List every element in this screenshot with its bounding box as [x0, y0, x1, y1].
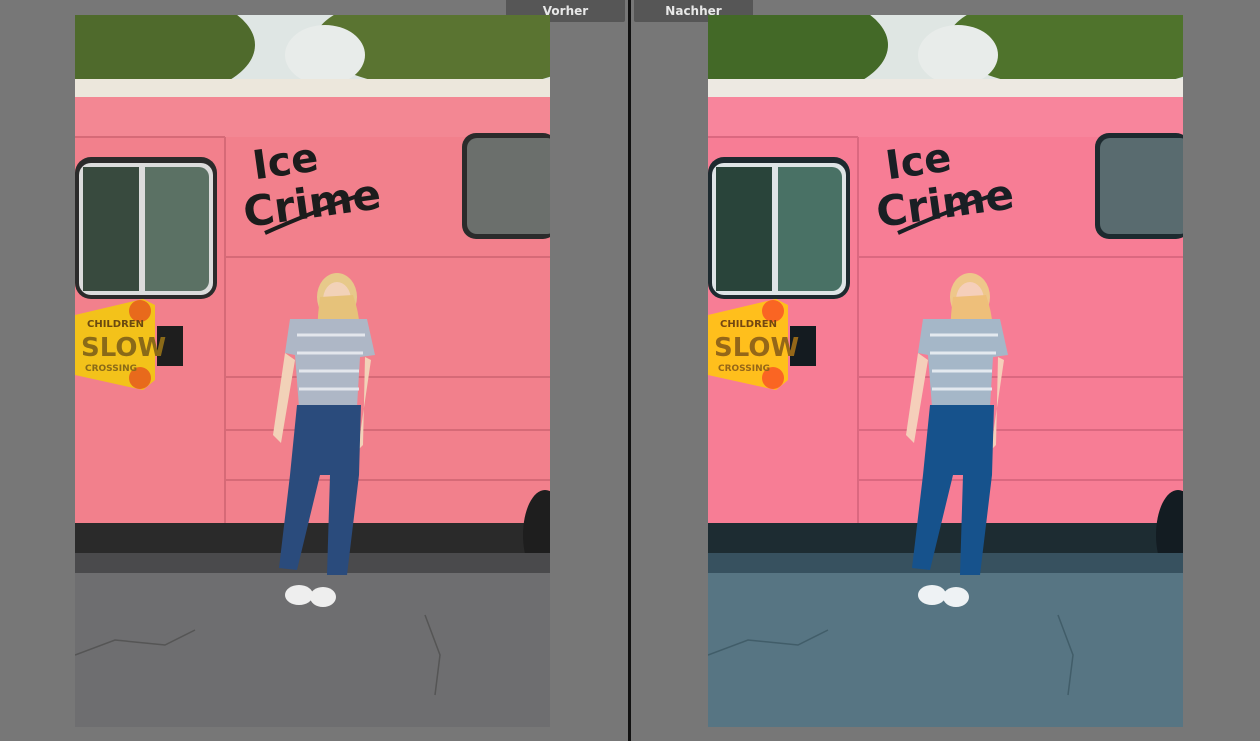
before-photo-image: Ice Crime CHILDREN SLOW CROSSING	[75, 15, 550, 727]
sign-text-main: SLOW	[714, 333, 799, 363]
sign-text-top: CHILDREN	[87, 319, 144, 330]
sign-text-bottom: CROSSING	[85, 364, 137, 374]
after-photo[interactable]: Ice Crime CHILDREN SLOW CROSSING	[708, 15, 1183, 727]
after-photo-image: Ice Crime CHILDREN SLOW CROSSING	[708, 15, 1183, 727]
before-photo[interactable]: Ice Crime CHILDREN SLOW CROSSING	[75, 15, 550, 727]
sign-text-bottom: CROSSING	[718, 364, 770, 374]
sign-text-main: SLOW	[81, 333, 166, 363]
sign-text-top: CHILDREN	[720, 319, 777, 330]
